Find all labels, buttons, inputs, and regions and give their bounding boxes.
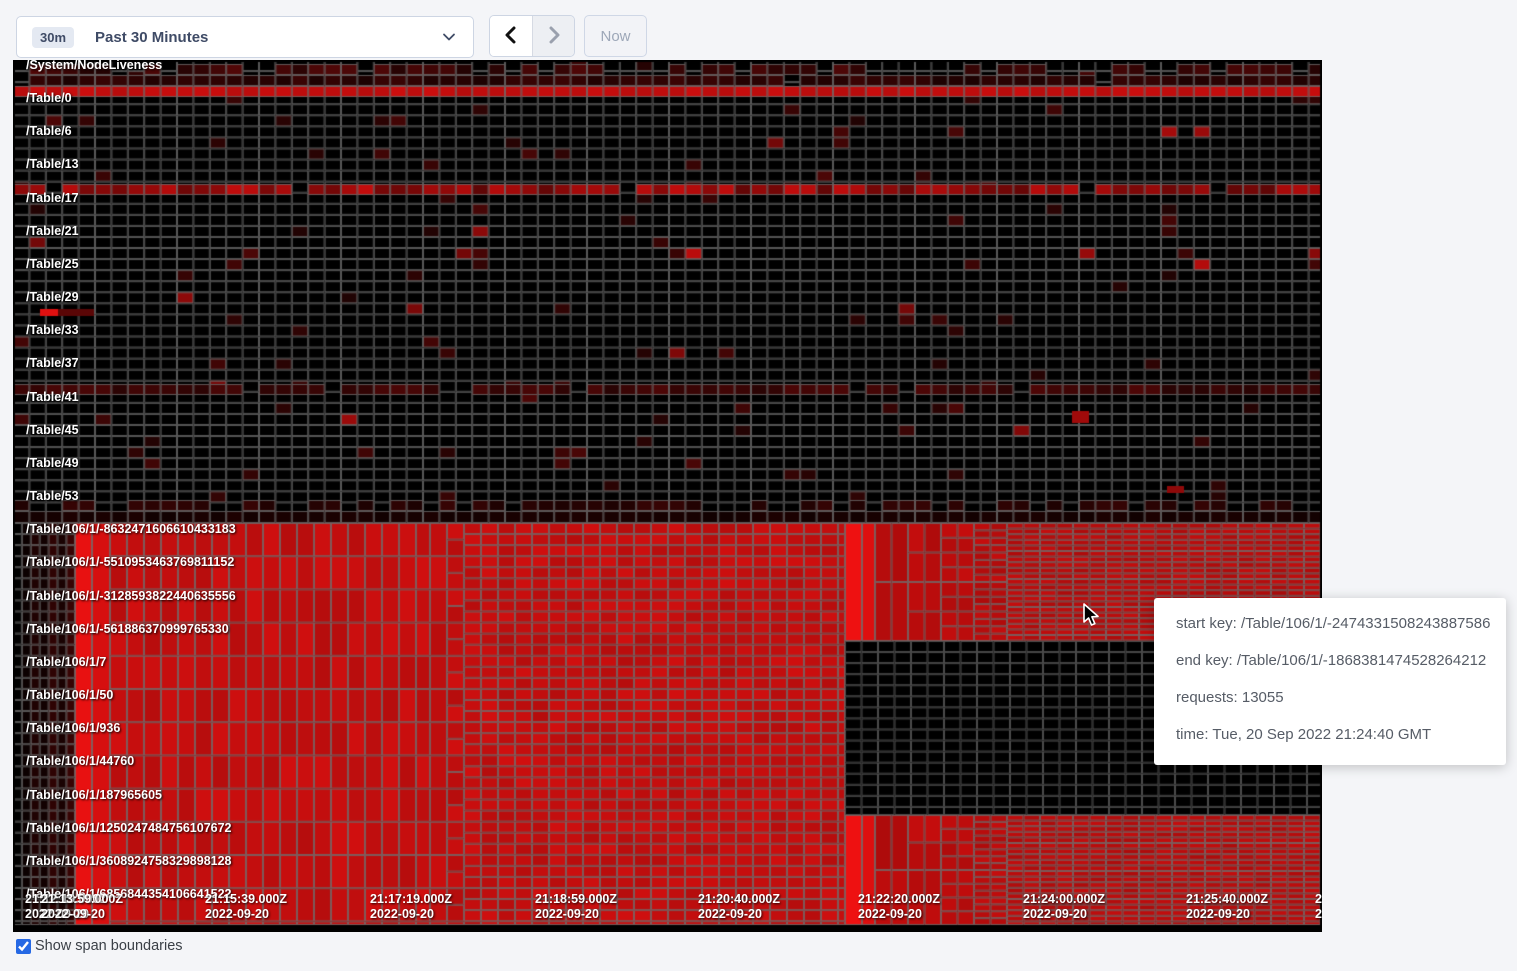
timescale-badge: 30m xyxy=(32,27,74,48)
row-label: /Table/106/1/3608924758329898128 xyxy=(26,854,232,868)
row-label: /Table/106/1/936 xyxy=(26,721,120,735)
chevron-left-icon xyxy=(503,26,519,47)
row-label: /Table/49 xyxy=(26,456,79,470)
x-tick-label: 21:25:40.000Z2022-09-20 xyxy=(1186,892,1268,922)
row-label: /Table/106/1/1250247484756107672 xyxy=(26,821,232,835)
x-tick-label: 21:13:59.000Z2022-09-20 xyxy=(41,892,123,922)
row-label: /Table/29 xyxy=(26,290,79,304)
show-span-boundaries-control: Show span boundaries xyxy=(16,938,183,954)
key-visualizer-heatmap[interactable] xyxy=(13,60,1322,932)
next-timeframe-button[interactable] xyxy=(532,16,574,56)
tooltip-start-key: start key: /Table/106/1/-247433150824388… xyxy=(1176,605,1506,642)
prev-timeframe-button[interactable] xyxy=(490,16,532,56)
row-label: /System/NodeLiveness xyxy=(26,60,162,72)
chevron-down-icon xyxy=(442,30,456,44)
tooltip-time: time: Tue, 20 Sep 2022 21:24:40 GMT xyxy=(1176,716,1506,753)
x-tick-label: 21:18:59.000Z2022-09-20 xyxy=(535,892,617,922)
row-label: /Table/37 xyxy=(26,356,79,370)
timeframe-nav-group xyxy=(489,15,575,57)
mouse-cursor-icon xyxy=(1082,603,1104,627)
row-label: /Table/13 xyxy=(26,157,79,171)
row-label: /Table/106/1/187965605 xyxy=(26,788,162,802)
x-tick-label: 21:27:20.000Z2022-09-20 xyxy=(1315,892,1322,922)
now-button[interactable]: Now xyxy=(584,15,647,57)
x-tick-label: 21:22:20.000Z2022-09-20 xyxy=(858,892,940,922)
row-label: /Table/25 xyxy=(26,257,79,271)
timescale-dropdown[interactable]: 30m Past 30 Minutes xyxy=(16,16,474,58)
show-span-boundaries-checkbox[interactable] xyxy=(16,939,31,954)
row-label: /Table/106/1/7 xyxy=(26,655,106,669)
x-tick-label: 21:24:00.000Z2022-09-20 xyxy=(1023,892,1105,922)
tooltip-end-key: end key: /Table/106/1/-18683814745282642… xyxy=(1176,642,1506,679)
hover-tooltip: start key: /Table/106/1/-247433150824388… xyxy=(1154,598,1506,765)
row-label: /Table/106/1/44760 xyxy=(26,754,134,768)
row-label: /Table/21 xyxy=(26,224,79,238)
row-label: /Table/106/1/-5510953463769811152 xyxy=(26,555,234,569)
row-label: /Table/17 xyxy=(26,191,79,205)
tooltip-requests: requests: 13055 xyxy=(1176,679,1506,716)
x-tick-label: 21:15:39.000Z2022-09-20 xyxy=(205,892,287,922)
timescale-label: Past 30 Minutes xyxy=(95,29,208,46)
key-visualizer-page: 30m Past 30 Minutes Now /System/NodeLive… xyxy=(0,0,1517,971)
row-label: /Table/41 xyxy=(26,390,79,404)
row-label: /Table/106/1/-8632471606610433183 xyxy=(26,522,236,536)
key-visualizer-chart: /System/NodeLiveness/Table/0/Table/6/Tab… xyxy=(13,60,1322,932)
row-label: /Table/33 xyxy=(26,323,79,337)
x-tick-label: 21:17:19.000Z2022-09-20 xyxy=(370,892,452,922)
row-label: /Table/45 xyxy=(26,423,79,437)
row-label: /Table/106/1/-561886370999765330 xyxy=(26,622,229,636)
row-label: /Table/0 xyxy=(26,91,72,105)
x-tick-label: 21:20:40.000Z2022-09-20 xyxy=(698,892,780,922)
chevron-right-icon xyxy=(546,26,562,47)
show-span-boundaries-label: Show span boundaries xyxy=(35,938,183,954)
row-label: /Table/6 xyxy=(26,124,72,138)
row-label: /Table/53 xyxy=(26,489,79,503)
row-label: /Table/106/1/-3128593822440635556 xyxy=(26,589,236,603)
row-label: /Table/106/1/50 xyxy=(26,688,113,702)
